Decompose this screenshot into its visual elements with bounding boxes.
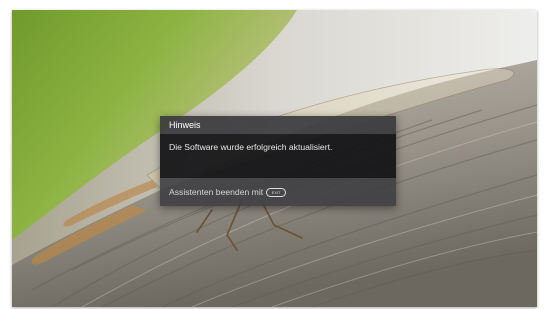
dialog-footer: Assistenten beenden mit EXIT bbox=[160, 178, 396, 206]
notification-dialog: Hinweis Die Software wurde erfolgreich a… bbox=[160, 116, 396, 206]
tv-screen: Hinweis Die Software wurde erfolgreich a… bbox=[12, 10, 537, 307]
dialog-title: Hinweis bbox=[160, 116, 396, 134]
dialog-message-text: Die Software wurde erfolgreich aktualisi… bbox=[169, 142, 333, 152]
exit-key-icon: EXIT bbox=[266, 187, 287, 197]
dialog-message: Die Software wurde erfolgreich aktualisi… bbox=[160, 134, 396, 178]
exit-hint-label: Assistenten beenden mit bbox=[169, 187, 264, 197]
